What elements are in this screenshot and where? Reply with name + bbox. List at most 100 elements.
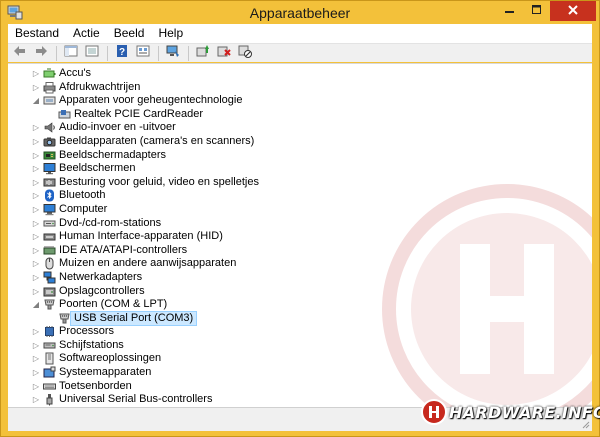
forward-button[interactable] <box>33 45 49 61</box>
computer-icon <box>43 203 56 216</box>
tree-item-label: Processors <box>59 325 115 338</box>
tree-item-label: USB Serial Port (COM3) <box>69 310 198 327</box>
tree-item-label: Poorten (COM & LPT) <box>59 298 168 311</box>
tree-item-label: Beeldapparaten (camera's en scanners) <box>59 134 255 147</box>
keyboard-icon <box>43 380 56 393</box>
device-tree: ▷ Accu's ▷ Afdrukwachtrijen ◢ Apparaten voor … <box>8 67 592 407</box>
tree-item[interactable]: Realtek PCIE CardReader <box>8 108 592 122</box>
device-tree-pane[interactable]: ▷ Accu's ▷ Afdrukwachtrijen ◢ Apparaten voor … <box>8 63 592 408</box>
close-icon <box>568 2 578 20</box>
device-properties-icon <box>136 44 150 63</box>
tree-item[interactable]: ▷ Beeldschermadapters <box>8 149 592 163</box>
tree-item-label: Dvd-/cd-rom-stations <box>59 216 162 229</box>
help-button[interactable]: ? <box>114 44 130 61</box>
expand-arrow-icon[interactable]: ▷ <box>31 393 41 407</box>
bluetooth-icon <box>43 189 56 202</box>
expand-arrow-icon[interactable]: ▷ <box>31 230 41 244</box>
expand-arrow-icon[interactable]: ▷ <box>31 162 41 176</box>
expand-arrow-icon[interactable]: ▷ <box>31 244 41 258</box>
tree-item[interactable]: ▷ Softwareoplossingen <box>8 352 592 366</box>
back-arrow-icon <box>13 44 27 63</box>
hid-icon <box>43 230 56 243</box>
properties-list-button[interactable] <box>84 45 100 61</box>
menu-actie[interactable]: Actie <box>66 24 107 43</box>
tree-item[interactable]: ▷ Accu's <box>8 67 592 81</box>
uninstall-button[interactable] <box>216 45 232 61</box>
tree-item[interactable]: ▷ IDE ATA/ATAPI-controllers <box>8 244 592 258</box>
disk-drive-icon <box>43 339 56 352</box>
card-reader-icon <box>58 108 71 121</box>
display-adapter-icon <box>43 149 56 162</box>
menu-bar: Bestand Actie Beeld Help <box>8 24 592 43</box>
tree-item[interactable]: ▷ Audio-invoer en -uitvoer <box>8 121 592 135</box>
tree-item[interactable]: ▷ Bluetooth <box>8 189 592 203</box>
expand-arrow-icon[interactable]: ▷ <box>31 366 41 380</box>
tree-item-label: Apparaten voor geheugentechnologie <box>59 94 243 107</box>
minimize-button[interactable] <box>496 1 523 21</box>
toolbar: ? <box>8 43 592 62</box>
tree-item[interactable]: ▷ Toetsenborden <box>8 380 592 394</box>
tree-item[interactable]: ▷ Muizen en andere aanwijsapparaten <box>8 257 592 271</box>
tree-item[interactable]: ▷ Processors <box>8 325 592 339</box>
expand-arrow-icon[interactable]: ▷ <box>31 285 41 299</box>
uninstall-icon <box>217 44 231 63</box>
tree-item-label: Netwerkadapters <box>59 270 143 283</box>
expand-arrow-icon[interactable]: ▷ <box>31 271 41 285</box>
tree-item[interactable]: ▷ Opslagcontrollers <box>8 285 592 299</box>
expand-arrow-icon[interactable]: ▷ <box>31 176 41 190</box>
tree-item[interactable]: ▷ Dvd-/cd-rom-stations <box>8 217 592 231</box>
device-manager-window: Apparaatbeheer Bestand Actie Beeld Help <box>0 0 600 437</box>
monitor-button[interactable] <box>165 45 181 61</box>
hardware-info-badge-icon <box>421 399 447 425</box>
device-properties-button[interactable] <box>135 45 151 61</box>
tree-item[interactable]: ◢ Poorten (COM & LPT) <box>8 298 592 312</box>
expand-arrow-icon[interactable]: ▷ <box>31 339 41 353</box>
expand-arrow-icon[interactable]: ▷ <box>31 67 41 81</box>
tree-item-label: Accu's <box>59 67 92 79</box>
tree-item[interactable]: ▷ Beeldschermen <box>8 162 592 176</box>
expand-arrow-icon[interactable]: ▷ <box>31 380 41 394</box>
tree-item[interactable]: ▷ Human Interface-apparaten (HID) <box>8 230 592 244</box>
expand-arrow-icon[interactable]: ▷ <box>31 325 41 339</box>
expand-arrow-icon[interactable]: ▷ <box>31 149 41 163</box>
tree-item[interactable]: USB Serial Port (COM3) <box>8 310 592 327</box>
tree-item[interactable]: ▷ Beeldapparaten (camera's en scanners) <box>8 135 592 149</box>
back-button[interactable] <box>12 45 28 61</box>
system-device-icon <box>43 366 56 379</box>
tree-item-label: Softwareoplossingen <box>59 352 162 365</box>
collapse-arrow-icon[interactable]: ◢ <box>31 298 41 312</box>
tree-item[interactable]: ▷ Systeemapparaten <box>8 366 592 380</box>
tree-item[interactable]: ▷ Schijfstations <box>8 339 592 353</box>
tree-item-label: IDE ATA/ATAPI-controllers <box>59 243 188 256</box>
expand-arrow-icon[interactable]: ▷ <box>31 257 41 271</box>
window-controls <box>496 1 596 21</box>
close-button[interactable] <box>550 1 596 21</box>
expand-arrow-icon[interactable]: ▷ <box>31 81 41 95</box>
expand-arrow-icon[interactable]: ▷ <box>31 189 41 203</box>
menu-bestand[interactable]: Bestand <box>8 24 66 43</box>
expand-arrow-icon[interactable]: ▷ <box>31 217 41 231</box>
tree-item[interactable]: ▷ Computer <box>8 203 592 217</box>
expand-arrow-icon[interactable]: ▷ <box>31 135 41 149</box>
menu-beeld[interactable]: Beeld <box>107 24 152 43</box>
storage-controller-icon <box>43 285 56 298</box>
tree-item[interactable]: ▷ Besturing voor geluid, video en spellet… <box>8 176 592 190</box>
tree-item-label: Human Interface-apparaten (HID) <box>59 230 223 243</box>
maximize-button[interactable] <box>523 1 550 21</box>
update-driver-button[interactable] <box>195 44 211 61</box>
tree-item-label: Audio-invoer en -uitvoer <box>59 121 176 134</box>
expand-arrow-icon[interactable]: ▷ <box>31 203 41 217</box>
title-bar[interactable]: Apparaatbeheer <box>1 1 599 24</box>
collapse-arrow-icon[interactable]: ◢ <box>31 94 41 108</box>
tree-item-label: Muizen en andere aanwijsapparaten <box>59 257 237 270</box>
menu-help[interactable]: Help <box>151 24 190 43</box>
tree-item[interactable]: ◢ Apparaten voor geheugentechnologie <box>8 94 592 108</box>
expand-arrow-icon[interactable]: ▷ <box>31 352 41 366</box>
tree-item[interactable]: ▷ Afdrukwachtrijen <box>8 81 592 95</box>
show-hide-console-tree-button[interactable] <box>63 45 79 61</box>
software-component-icon <box>43 352 56 365</box>
tree-item[interactable]: ▷ Netwerkadapters <box>8 271 592 285</box>
tree-item-label: Opslagcontrollers <box>59 284 145 297</box>
expand-arrow-icon[interactable]: ▷ <box>31 121 41 135</box>
disable-button[interactable] <box>237 45 253 61</box>
